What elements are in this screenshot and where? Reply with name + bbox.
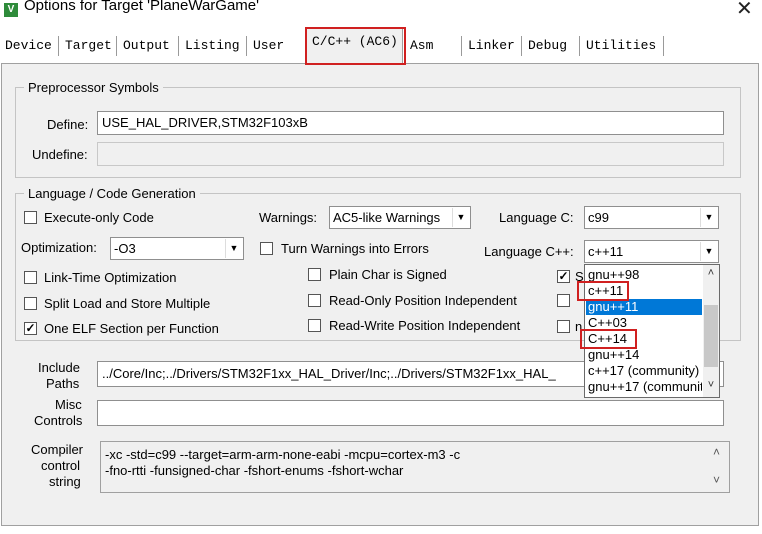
dropdown-option[interactable]: C++14	[586, 331, 702, 347]
undefine-label: Undefine:	[32, 147, 88, 162]
rwpi-label: Read-Write Position Independent	[329, 318, 521, 333]
rwpi-checkbox[interactable]	[308, 319, 321, 332]
split-load-checkbox[interactable]	[24, 297, 37, 310]
scroll-up-icon[interactable]: ˄	[713, 445, 720, 459]
title-bar: V Options for Target 'PlaneWarGame' ✕	[0, 0, 762, 22]
compiler-control-textarea[interactable]: -xc -std=c99 --target=arm-arm-none-eabi …	[100, 441, 730, 493]
ropi-label: Read-Only Position Independent	[329, 293, 517, 308]
tab-debug[interactable]: Debug	[523, 36, 567, 58]
language-cpp-value: c++11	[588, 244, 624, 259]
scroll-up-icon[interactable]: ˄	[703, 267, 719, 279]
one-elf-label: One ELF Section per Function	[44, 321, 219, 336]
warnings-value: AC5-like Warnings	[333, 210, 441, 225]
tab-cpp-ac6-label: C/C++ (AC6)	[312, 34, 398, 49]
turn-warnings-label: Turn Warnings into Errors	[281, 241, 429, 256]
include-label-line1: Include	[38, 360, 80, 375]
split-load-label: Split Load and Store Multiple	[44, 296, 211, 311]
chevron-down-icon[interactable]: ▼	[452, 208, 469, 227]
one-elf-checkbox[interactable]: ✓	[24, 322, 37, 335]
dropdown-option[interactable]: c++17 (community)	[586, 363, 702, 379]
chevron-down-icon[interactable]: ▼	[700, 242, 717, 261]
tab-utilities[interactable]: Utilities	[581, 36, 656, 58]
dropdown-option[interactable]: gnu++14	[586, 347, 702, 363]
preprocessor-legend: Preprocessor Symbols	[28, 80, 159, 95]
plain-char-label: Plain Char is Signed	[329, 267, 447, 282]
lto-label: Link-Time Optimization	[44, 270, 177, 285]
scroll-thumb[interactable]	[704, 305, 718, 367]
optimization-value: -O3	[114, 241, 136, 256]
compiler-line-2: -fno-rtti -funsigned-char -fshort-enums …	[105, 463, 404, 478]
language-cpp-label: Language C++:	[484, 244, 574, 259]
warnings-select[interactable]: AC5-like Warnings ▼	[329, 206, 471, 229]
app-icon: V	[4, 3, 18, 17]
warnings-label: Warnings:	[259, 210, 318, 225]
chevron-down-icon[interactable]: ▼	[700, 208, 717, 227]
compiler-label-line1: Compiler	[31, 442, 84, 457]
hidden-option-checkbox-2[interactable]	[557, 294, 570, 307]
ropi-checkbox[interactable]	[308, 294, 321, 307]
language-c-label: Language C:	[499, 210, 574, 225]
hidden-option-label-1: S	[575, 269, 584, 284]
window-title: Options for Target 'PlaneWarGame'	[24, 0, 259, 14]
undefine-input[interactable]	[97, 142, 724, 166]
execute-only-label: Execute-only Code	[44, 210, 154, 225]
misc-label-line1: Misc	[55, 397, 82, 412]
hidden-option-checkbox-1[interactable]: ✓	[557, 270, 570, 283]
tab-asm[interactable]: Asm	[405, 36, 433, 58]
hidden-option-label-3: n	[575, 319, 583, 334]
tab-user[interactable]: User	[248, 36, 284, 58]
close-icon[interactable]: ✕	[736, 0, 753, 20]
tab-output[interactable]: Output	[118, 36, 170, 58]
tab-target[interactable]: Target	[60, 36, 112, 58]
misc-controls-input[interactable]	[97, 400, 724, 426]
language-cpp-dropdown-list: gnu++98 c++11 gnu++11 C++03 C++14 gnu++1…	[584, 264, 720, 398]
optimization-select[interactable]: -O3 ▼	[110, 237, 244, 260]
lto-checkbox[interactable]	[24, 271, 37, 284]
dropdown-option[interactable]: C++03	[586, 315, 702, 331]
chevron-down-icon[interactable]: ▼	[225, 239, 242, 258]
dropdown-option[interactable]: gnu++17 (community)	[586, 379, 702, 395]
compiler-label-line3: string	[49, 474, 81, 489]
scroll-down-icon[interactable]: ˅	[713, 473, 720, 487]
tab-device[interactable]: Device	[0, 36, 52, 58]
execute-only-checkbox[interactable]	[24, 211, 37, 224]
include-label-line2: Paths	[46, 376, 80, 391]
scroll-down-icon[interactable]: ˅	[703, 379, 719, 391]
tab-separator	[663, 36, 665, 56]
tab-listing[interactable]: Listing	[180, 36, 240, 58]
optimization-label: Optimization:	[21, 240, 97, 255]
compiler-line-1: -xc -std=c99 --target=arm-arm-none-eabi …	[105, 447, 461, 462]
dropdown-option[interactable]: c++11	[586, 283, 702, 299]
language-c-value: c99	[588, 210, 609, 225]
define-input[interactable]: USE_HAL_DRIVER,STM32F103xB	[97, 111, 724, 135]
dropdown-option[interactable]: gnu++98	[586, 267, 702, 283]
language-cpp-select[interactable]: c++11 ▼	[584, 240, 719, 263]
misc-label-line2: Controls	[34, 413, 83, 428]
define-label: Define:	[47, 117, 89, 132]
tab-linker[interactable]: Linker	[463, 36, 515, 58]
plain-char-checkbox[interactable]	[308, 268, 321, 281]
hidden-option-checkbox-3[interactable]	[557, 320, 570, 333]
language-c-select[interactable]: c99 ▼	[584, 206, 719, 229]
turn-warnings-checkbox[interactable]	[260, 242, 273, 255]
compiler-label-line2: control	[41, 458, 81, 473]
language-legend: Language / Code Generation	[28, 186, 196, 201]
dropdown-scrollbar[interactable]: ˄ ˅	[703, 265, 719, 397]
dropdown-option-selected[interactable]: gnu++11	[586, 299, 702, 315]
